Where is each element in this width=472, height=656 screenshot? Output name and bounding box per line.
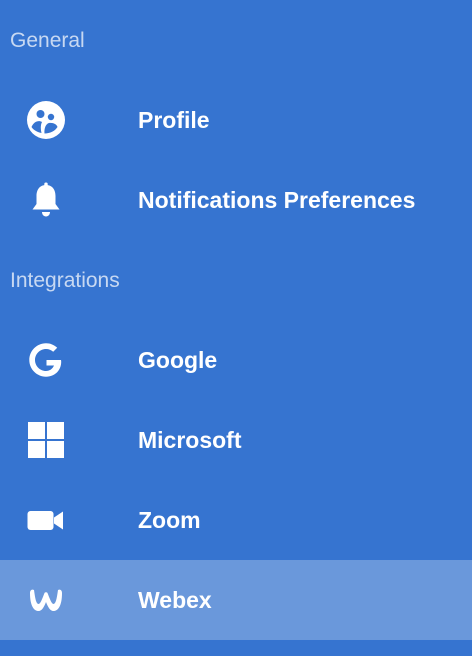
nav-item-label: Microsoft bbox=[138, 426, 242, 453]
nav-item-zoom[interactable]: Zoom bbox=[0, 480, 472, 560]
nav-item-label: Webex bbox=[138, 586, 212, 613]
nav-item-label: Zoom bbox=[138, 506, 201, 533]
nav-item-label: Google bbox=[138, 346, 218, 373]
section-header-general: General bbox=[10, 29, 85, 52]
nav-item-microsoft[interactable]: Microsoft bbox=[0, 400, 472, 480]
google-icon bbox=[26, 340, 66, 380]
sidebar-bottom-edge bbox=[0, 640, 472, 656]
nav-item-profile[interactable]: Profile bbox=[0, 80, 472, 160]
profile-face-icon bbox=[26, 100, 66, 140]
zoom-camera-icon bbox=[26, 500, 66, 540]
microsoft-icon bbox=[26, 420, 66, 460]
nav-item-notifications-preferences[interactable]: Notifications Preferences bbox=[0, 160, 472, 240]
bell-icon bbox=[26, 180, 66, 220]
nav-item-google[interactable]: Google bbox=[0, 320, 472, 400]
webex-icon bbox=[26, 580, 66, 620]
section-header-integrations: Integrations bbox=[10, 269, 120, 292]
nav-item-label: Notifications Preferences bbox=[138, 186, 416, 213]
nav-item-webex[interactable]: Webex bbox=[0, 560, 472, 640]
nav-item-label: Profile bbox=[138, 106, 210, 133]
